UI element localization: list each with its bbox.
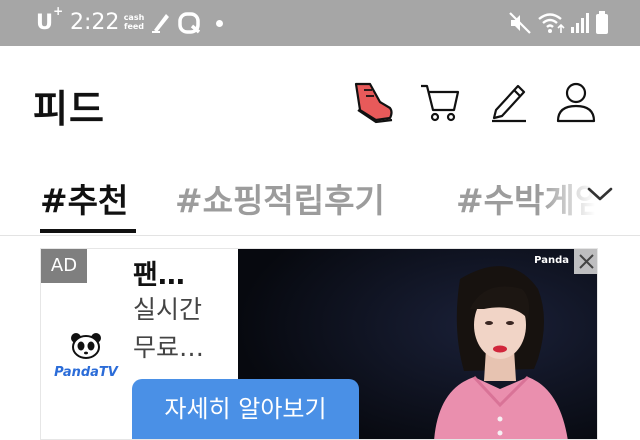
- cashfeed-icon: cash feed: [123, 13, 145, 31]
- pandatv-logo-text: PandaTV: [54, 365, 118, 380]
- ad-learn-more-button[interactable]: 자세히 알아보기: [132, 379, 359, 439]
- pencil-icon[interactable]: [488, 80, 532, 124]
- tab-recommended[interactable]: #추천: [40, 174, 128, 222]
- ad-close-button[interactable]: [574, 249, 597, 274]
- mute-icon: [509, 12, 531, 34]
- page-title: 피드: [33, 87, 105, 131]
- user-icon[interactable]: [554, 80, 598, 124]
- ad-banner[interactable]: Panda AD PandaTV 팬… 실시간 무료… 자세히 알아보기: [40, 248, 598, 440]
- status-bar: U+ 2:22 cash feed: [0, 0, 640, 46]
- notification-dot: [216, 20, 223, 27]
- tab-shopping-review[interactable]: #쇼핑적립후기: [175, 174, 385, 222]
- active-tab-indicator: [40, 229, 136, 233]
- ad-description: 실시간 무료…: [133, 295, 205, 362]
- signal-icon: [571, 13, 589, 33]
- chevron-down-icon[interactable]: [585, 184, 615, 204]
- shoe-icon[interactable]: [350, 80, 396, 126]
- tab-bar: #추천 #쇼핑적립후기 #수박게임: [0, 160, 640, 236]
- status-time: 2:22: [70, 10, 120, 35]
- ad-title: 팬…: [133, 260, 185, 291]
- app-header: 피드: [0, 46, 640, 156]
- pandatv-logo: PandaTV: [51, 331, 121, 380]
- notification-pen-icon: [152, 14, 169, 33]
- ad-label: AD: [41, 249, 87, 283]
- panda-logo-icon: [71, 333, 101, 359]
- battery-icon: [596, 11, 608, 34]
- wifi-icon: [538, 13, 565, 33]
- close-icon: [579, 254, 594, 269]
- carrier-label: U+: [36, 4, 64, 34]
- cart-icon[interactable]: [418, 80, 462, 124]
- notification-q-icon: [178, 12, 201, 34]
- ad-watermark: Panda: [534, 255, 569, 266]
